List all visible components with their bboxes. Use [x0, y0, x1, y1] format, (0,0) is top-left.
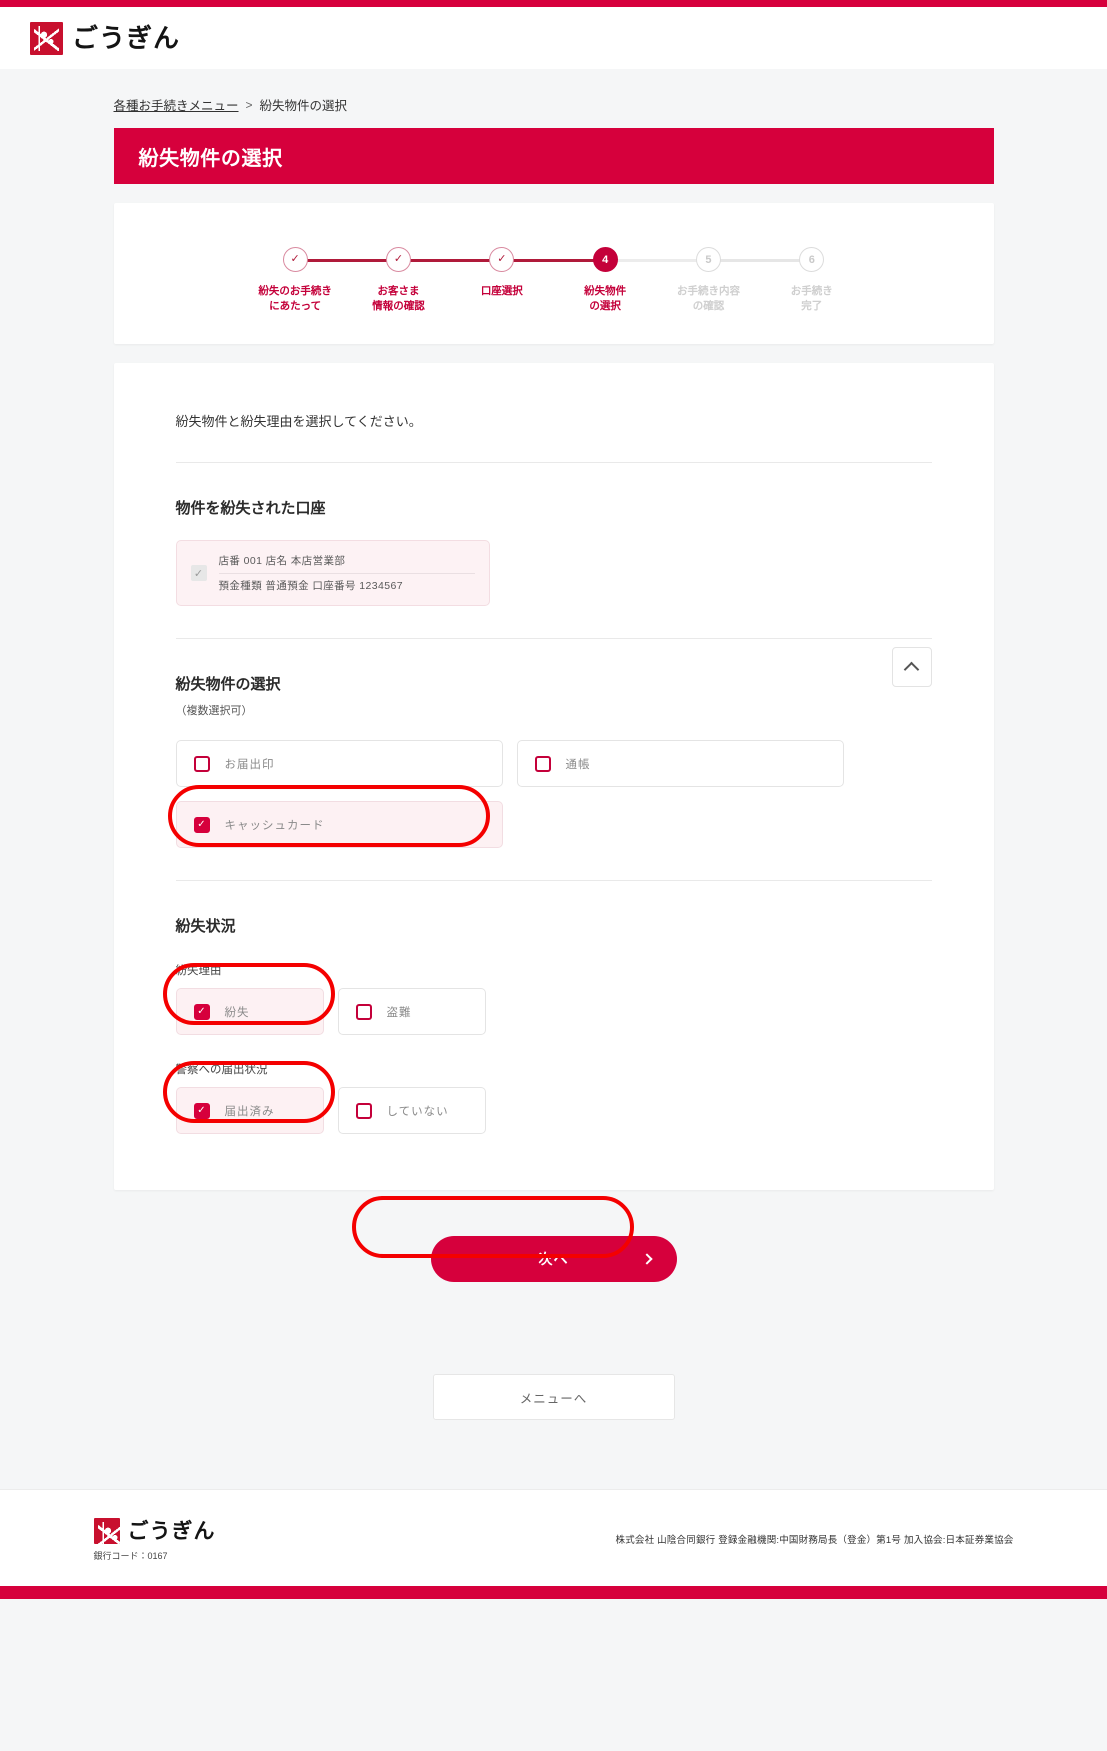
step-6-circle: 6	[799, 247, 825, 272]
next-button-area: 次へ	[114, 1236, 994, 1283]
step-4-label: 紛失物件 の選択	[584, 285, 627, 313]
step-1-circle: ✓	[282, 247, 308, 272]
breadcrumb: 各種お手続きメニュー > 紛失物件の選択	[114, 69, 994, 128]
item-section-subtitle: （複数選択可）	[175, 705, 253, 718]
bank-code-text: 銀行コード：0167	[93, 1551, 168, 1562]
collapse-toggle-button[interactable]	[891, 647, 932, 688]
step-4: 4 紛失物件 の選択	[553, 247, 709, 314]
step-3-circle: ✓	[489, 247, 515, 272]
step-1: ✓ 紛失のお手続き にあたって	[244, 247, 399, 314]
option-label: 通帳	[565, 758, 591, 771]
step-6-label: お手続き 完了	[790, 285, 833, 313]
checkmark-icon: ✓	[190, 565, 207, 582]
check-icon: ✓	[497, 253, 507, 265]
check-icon: ✓	[393, 253, 404, 265]
police-options: ✓ 届出済み ✓ していない	[175, 1087, 932, 1135]
option-label: 紛失	[224, 1006, 250, 1019]
bottom-accent-bar	[0, 1586, 1107, 1600]
account-section-title: 物件を紛失された口座	[175, 500, 326, 518]
checkbox-unchecked-icon[interactable]: ✓	[534, 755, 551, 772]
selected-account-card[interactable]: ✓ 店番 001 店名 本店営業部 預金種類 普通預金 口座番号 1234567	[175, 540, 490, 607]
footer-brand-name: ごうぎん	[127, 1519, 216, 1543]
next-button-label: 次へ	[538, 1251, 569, 1268]
option-cash-card[interactable]: ✓ キャッシュカード	[175, 801, 503, 849]
option-todokede-in[interactable]: ✓ お届出印	[175, 740, 503, 788]
site-header: ごうぎん	[0, 7, 1107, 69]
reason-options: ✓ 紛失 ✓ 盗難	[175, 988, 932, 1036]
item-section-head: 紛失物件の選択 （複数選択可）	[176, 639, 932, 718]
step-6: 6 お手続き 完了	[760, 247, 863, 314]
checkbox-checked-icon[interactable]: ✓	[193, 1003, 210, 1020]
option-label: していない	[386, 1105, 449, 1118]
divider	[175, 880, 932, 882]
lost-item-form-card: 紛失物件と紛失理由を選択してください。 物件を紛失された口座 ✓ 店番 001 …	[113, 363, 994, 1191]
back-to-menu-button[interactable]: メニューへ	[432, 1374, 675, 1421]
option-label: お届出印	[224, 758, 275, 771]
option-label: 盗難	[386, 1006, 412, 1019]
page-title: 紛失物件の選択	[113, 128, 994, 184]
lost-item-options: ✓ お届出印 ✓ 通帳 ✓ キャッシュカード	[175, 740, 932, 849]
checkbox-unchecked-icon[interactable]: ✓	[193, 755, 210, 772]
menu-button-area: メニューへ	[114, 1374, 994, 1488]
step-1-label: 紛失のお手続き にあたって	[258, 285, 332, 313]
footer-legal-text: 株式会社 山陰合同銀行 登録金融機関:中国財務局長（登金）第1号 加入協会:日本…	[615, 1535, 1014, 1547]
option-police-not-reported[interactable]: ✓ していない	[337, 1087, 486, 1135]
footer-inner: ごうぎん 銀行コード：0167 株式会社 山陰合同銀行 登録金融機関:中国財務局…	[93, 1518, 1014, 1562]
breadcrumb-home-link[interactable]: 各種お手続きメニュー	[114, 95, 239, 114]
checkbox-unchecked-icon[interactable]: ✓	[355, 1003, 372, 1020]
checkbox-checked-icon[interactable]: ✓	[193, 1102, 210, 1119]
step-5: 5 お手続き内容 の確認	[657, 247, 812, 314]
step-2: ✓ お客さま 情報の確認	[347, 247, 502, 314]
site-footer: ごうぎん 銀行コード：0167 株式会社 山陰合同銀行 登録金融機関:中国財務局…	[0, 1489, 1107, 1587]
page-content: 各種お手続きメニュー > 紛失物件の選択 紛失物件の選択 ✓ 紛失のお手続き に…	[0, 69, 1107, 1490]
checkbox-unchecked-icon[interactable]: ✓	[355, 1102, 372, 1119]
page-root: ごうぎん 各種お手続きメニュー > 紛失物件の選択 紛失物件の選択 ✓ 紛失のお…	[0, 0, 1107, 1751]
account-branch-line: 店番 001 店名 本店営業部	[218, 553, 475, 575]
option-label: キャッシュカード	[224, 819, 325, 832]
breadcrumb-current: 紛失物件の選択	[259, 99, 348, 113]
police-label: 警察への届出状況	[175, 1064, 268, 1077]
account-detail-lines: 店番 001 店名 本店営業部 預金種類 普通預金 口座番号 1234567	[218, 553, 475, 593]
option-police-reported[interactable]: ✓ 届出済み	[175, 1087, 324, 1135]
chevron-right-icon	[640, 1253, 653, 1266]
option-reason-lost[interactable]: ✓ 紛失	[175, 988, 324, 1036]
step-3-label: 口座選択	[480, 285, 523, 297]
step-5-label: お手続き内容 の確認	[676, 285, 740, 313]
checkbox-checked-icon[interactable]: ✓	[193, 816, 210, 833]
footer-logo[interactable]: ごうぎん	[93, 1518, 216, 1545]
step-4-circle: 4	[592, 247, 618, 272]
top-accent-bar	[0, 0, 1107, 7]
check-icon: ✓	[290, 253, 300, 265]
brand-name: ごうぎん	[72, 23, 181, 53]
reason-label: 紛失理由	[175, 965, 222, 978]
step-2-circle: ✓	[385, 247, 411, 272]
brand-logo[interactable]: ごうぎん	[30, 21, 181, 55]
divider	[175, 462, 932, 464]
progress-stepper: ✓ 紛失のお手続き にあたって ✓ お客さま 情報の確認 ✓ 口座選択 4 紛失…	[244, 247, 864, 314]
breadcrumb-separator: >	[245, 97, 253, 112]
item-section-title: 紛失物件の選択	[175, 676, 281, 694]
chevron-up-icon	[903, 661, 920, 678]
status-section-title: 紛失状況	[175, 918, 236, 936]
next-button[interactable]: 次へ	[430, 1236, 677, 1283]
option-label: 届出済み	[224, 1105, 275, 1118]
footer-brand-block: ごうぎん 銀行コード：0167	[93, 1518, 216, 1562]
content-wrap: 各種お手続きメニュー > 紛失物件の選択 紛失物件の選択 ✓ 紛失のお手続き に…	[113, 69, 994, 1488]
gogin-logo-icon	[93, 1518, 120, 1545]
gogin-logo-icon	[30, 21, 63, 55]
step-3: ✓ 口座選択	[450, 247, 606, 314]
option-reason-theft[interactable]: ✓ 盗難	[337, 988, 486, 1036]
form-lead-text: 紛失物件と紛失理由を選択してください。	[175, 414, 422, 430]
item-section-heading: 紛失物件の選択 （複数選択可）	[176, 639, 281, 718]
step-2-label: お客さま 情報の確認	[372, 285, 425, 313]
progress-stepper-card: ✓ 紛失のお手続き にあたって ✓ お客さま 情報の確認 ✓ 口座選択 4 紛失…	[113, 203, 994, 345]
step-5-circle: 5	[695, 247, 721, 272]
option-passbook[interactable]: ✓ 通帳	[516, 740, 844, 788]
account-number-line: 預金種類 普通預金 口座番号 1234567	[218, 580, 403, 593]
